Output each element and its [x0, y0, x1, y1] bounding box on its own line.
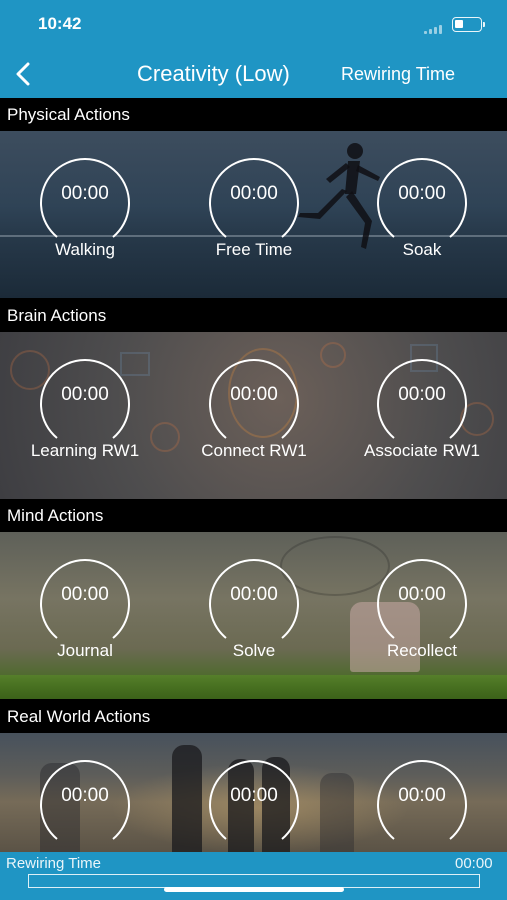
section-background-image: 00:00 00:00 00:00 — [0, 733, 507, 852]
timer-soak[interactable]: 00:00 Soak — [374, 155, 470, 295]
timer-solve[interactable]: 00:00 Solve — [206, 556, 302, 696]
timer-value: 00:00 — [61, 183, 109, 204]
timer-value: 00:00 — [61, 785, 109, 806]
timer-value: 00:00 — [398, 384, 446, 405]
person-silhouette — [172, 745, 202, 852]
timer-value: 00:00 — [398, 785, 446, 806]
timer-label: Recollect — [387, 641, 457, 660]
section-header: Real World Actions — [0, 700, 507, 733]
battery-level — [455, 20, 463, 28]
section-header: Brain Actions — [0, 299, 507, 332]
timer-value: 00:00 — [61, 384, 109, 405]
section-title: Mind Actions — [7, 506, 104, 525]
timer-walking[interactable]: 00:00 Walking — [37, 155, 133, 295]
section-mind-actions: Mind Actions 00:00 Journal 00:00 Solve 0… — [0, 499, 507, 699]
timer-real-world-3[interactable]: 00:00 — [374, 757, 470, 852]
timer-value: 00:00 — [398, 183, 446, 204]
home-indicator[interactable] — [164, 887, 344, 892]
timer-label: Soak — [402, 240, 442, 259]
status-bar: 10:42 — [0, 0, 507, 50]
timer-value: 00:00 — [61, 584, 109, 605]
timer-free-time[interactable]: 00:00 Free Time — [206, 155, 302, 295]
section-background-image: 00:00 Learning RW1 00:00 Connect RW1 00:… — [0, 332, 507, 499]
timer-value: 00:00 — [398, 584, 446, 605]
timer-associate-rw1[interactable]: 00:00 Associate RW1 — [364, 356, 480, 496]
person-silhouette — [320, 773, 354, 852]
timer-connect-rw1[interactable]: 00:00 Connect RW1 — [201, 356, 307, 496]
section-header: Physical Actions — [0, 98, 507, 131]
timer-value: 00:00 — [230, 384, 278, 405]
timer-label: Free Time — [215, 240, 293, 259]
timer-label: Learning RW1 — [30, 441, 140, 460]
timer-recollect[interactable]: 00:00 Recollect — [374, 556, 470, 696]
signal-icon — [424, 24, 444, 34]
section-title: Physical Actions — [7, 105, 130, 124]
section-background-image: 00:00 Walking 00:00 Free Time 00:00 Soak — [0, 131, 507, 298]
rewiring-time-label: Rewiring Time — [6, 855, 102, 872]
chevron-left-icon — [16, 62, 30, 86]
status-time: 10:42 — [38, 14, 82, 33]
section-title: Brain Actions — [7, 306, 107, 325]
timer-value: 00:00 — [230, 584, 278, 605]
section-brain-actions: Brain Actions 00:00 Learning RW1 00:00 C… — [0, 299, 507, 499]
rewiring-progress-bar — [28, 874, 480, 888]
bottom-bar: Rewiring Time 00:00 — [0, 852, 507, 900]
timer-label: Walking — [55, 240, 115, 259]
back-button[interactable] — [8, 56, 44, 92]
section-title: Real World Actions — [7, 707, 151, 726]
timer-real-world-2[interactable]: 00:00 — [206, 757, 302, 852]
section-header: Mind Actions — [0, 499, 507, 532]
timer-value: 00:00 — [230, 785, 278, 806]
timer-real-world-1[interactable]: 00:00 — [37, 757, 133, 852]
battery-icon — [452, 17, 482, 32]
timer-label: Connect RW1 — [201, 441, 307, 460]
battery-nub — [483, 22, 485, 27]
timer-learning-rw1[interactable]: 00:00 Learning RW1 — [31, 356, 139, 496]
timer-value: 00:00 — [230, 183, 278, 204]
doodle-decoration — [320, 342, 346, 368]
rewiring-time-value: 00:00 — [455, 855, 493, 872]
timer-label: Associate RW1 — [364, 441, 480, 460]
page-title: Creativity (Low) — [137, 61, 290, 86]
timer-label: Journal — [57, 641, 113, 660]
nav-bar: Creativity (Low) Rewiring Time — [0, 50, 507, 98]
section-background-image: 00:00 Journal 00:00 Solve 00:00 Recollec… — [0, 532, 507, 699]
rewiring-time-button[interactable]: Rewiring Time — [341, 64, 455, 85]
timer-journal[interactable]: 00:00 Journal — [37, 556, 133, 696]
timer-label: Solve — [232, 641, 276, 660]
section-physical-actions: Physical Actions 00:00 Walking 00:00 Fre… — [0, 98, 507, 298]
section-real-world-actions: Real World Actions 00:00 00:00 00:00 — [0, 700, 507, 852]
